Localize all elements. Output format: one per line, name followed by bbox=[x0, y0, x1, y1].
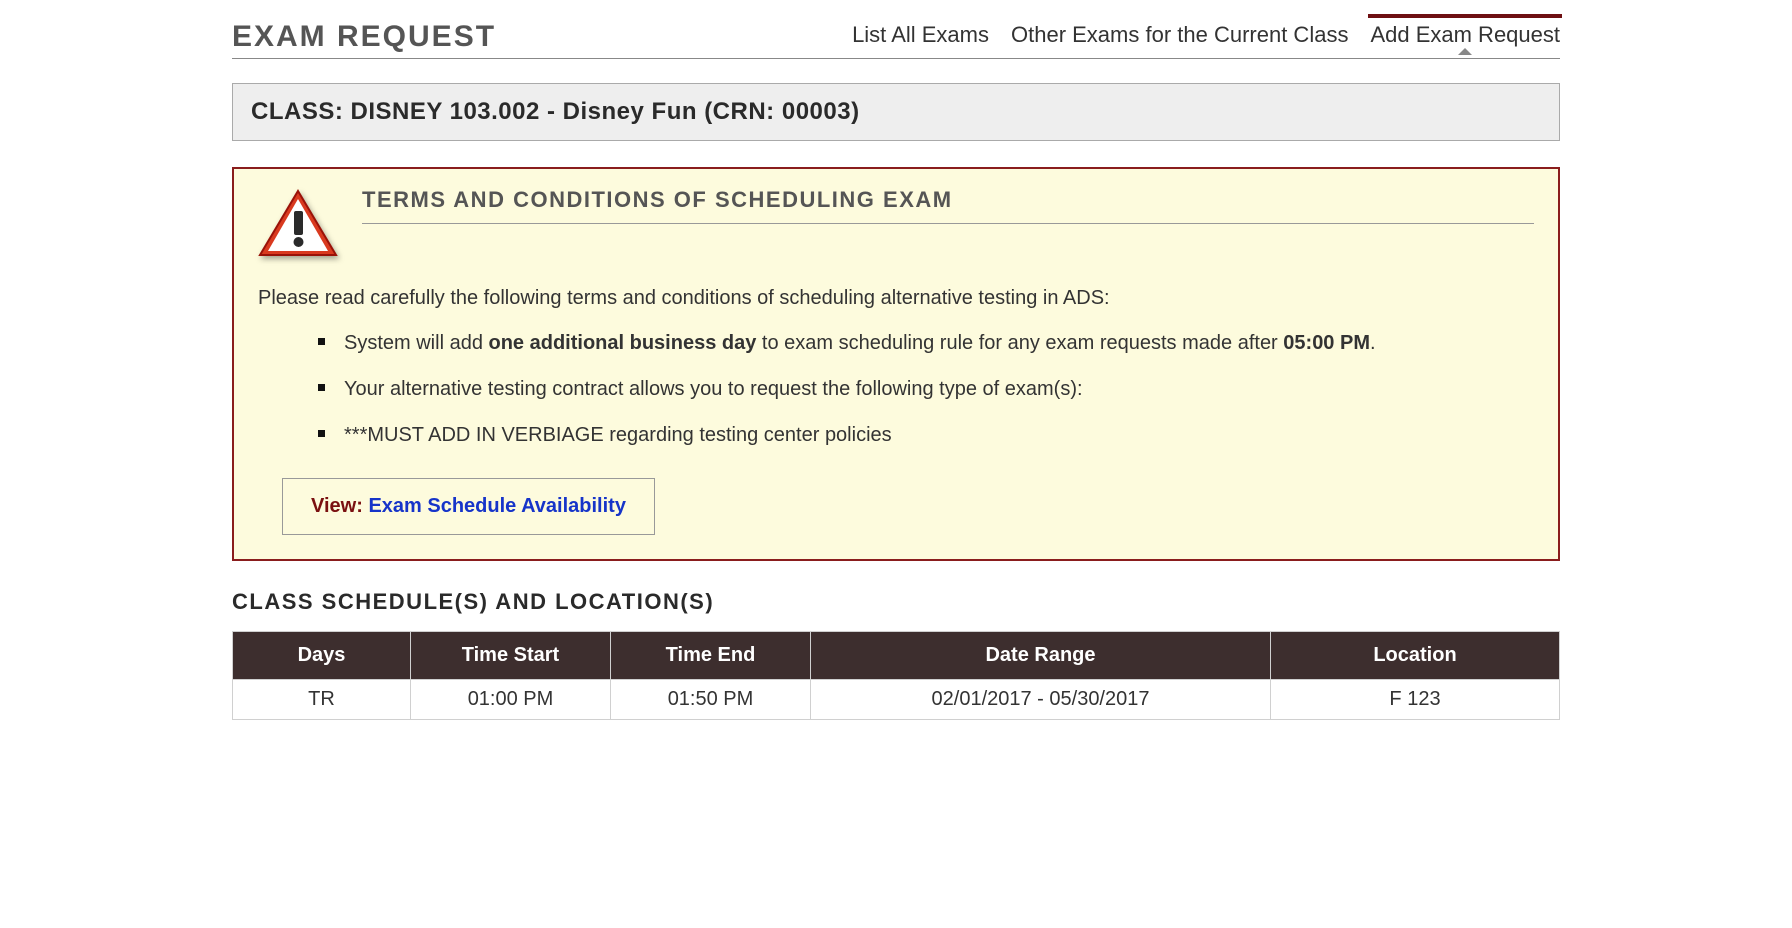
col-time-end: Time End bbox=[611, 632, 811, 680]
cell-date-range: 02/01/2017 - 05/30/2017 bbox=[811, 680, 1271, 720]
terms-item-1: System will add one additional business … bbox=[318, 320, 1534, 366]
terms-title: TERMS AND CONDITIONS OF SCHEDULING EXAM bbox=[362, 187, 1534, 224]
main-container: EXAM REQUEST List All Exams Other Exams … bbox=[232, 0, 1560, 720]
terms-item-1-mid: to exam scheduling rule for any exam req… bbox=[756, 332, 1283, 354]
class-schedule-table: Days Time Start Time End Date Range Loca… bbox=[232, 631, 1560, 720]
class-banner: CLASS: DISNEY 103.002 - Disney Fun (CRN:… bbox=[232, 83, 1560, 141]
view-label: View: bbox=[311, 495, 368, 517]
exam-schedule-availability-link[interactable]: Exam Schedule Availability bbox=[368, 495, 626, 517]
terms-intro-text: Please read carefully the following term… bbox=[258, 287, 1534, 310]
terms-item-1-bold-1: one additional business day bbox=[489, 332, 757, 354]
tabs: List All Exams Other Exams for the Curre… bbox=[852, 22, 1560, 54]
col-location: Location bbox=[1271, 632, 1560, 680]
terms-item-1-pre: System will add bbox=[344, 332, 489, 354]
terms-header: TERMS AND CONDITIONS OF SCHEDULING EXAM bbox=[258, 187, 1534, 259]
col-time-start: Time Start bbox=[411, 632, 611, 680]
terms-list: System will add one additional business … bbox=[258, 320, 1534, 458]
tab-other-exams-current-class[interactable]: Other Exams for the Current Class bbox=[1011, 22, 1348, 54]
cell-time-end: 01:50 PM bbox=[611, 680, 811, 720]
cell-location: F 123 bbox=[1271, 680, 1560, 720]
warning-triangle-icon bbox=[258, 189, 338, 259]
terms-item-1-post: . bbox=[1370, 332, 1376, 354]
tab-add-exam-request[interactable]: Add Exam Request bbox=[1370, 22, 1560, 54]
header-row: EXAM REQUEST List All Exams Other Exams … bbox=[232, 20, 1560, 59]
view-availability-box: View: Exam Schedule Availability bbox=[282, 478, 655, 535]
terms-item-2: Your alternative testing contract allows… bbox=[318, 366, 1534, 412]
terms-item-1-bold-2: 05:00 PM bbox=[1283, 332, 1370, 354]
cell-days: TR bbox=[233, 680, 411, 720]
col-date-range: Date Range bbox=[811, 632, 1271, 680]
table-row: TR 01:00 PM 01:50 PM 02/01/2017 - 05/30/… bbox=[233, 680, 1560, 720]
cell-time-start: 01:00 PM bbox=[411, 680, 611, 720]
schedule-section-title: CLASS SCHEDULE(S) AND LOCATION(S) bbox=[232, 589, 1560, 615]
terms-item-3: ***MUST ADD IN VERBIAGE regarding testin… bbox=[318, 412, 1534, 458]
col-days: Days bbox=[233, 632, 411, 680]
terms-and-conditions-box: TERMS AND CONDITIONS OF SCHEDULING EXAM … bbox=[232, 167, 1560, 561]
page-title: EXAM REQUEST bbox=[232, 20, 496, 54]
tab-list-all-exams[interactable]: List All Exams bbox=[852, 22, 989, 54]
